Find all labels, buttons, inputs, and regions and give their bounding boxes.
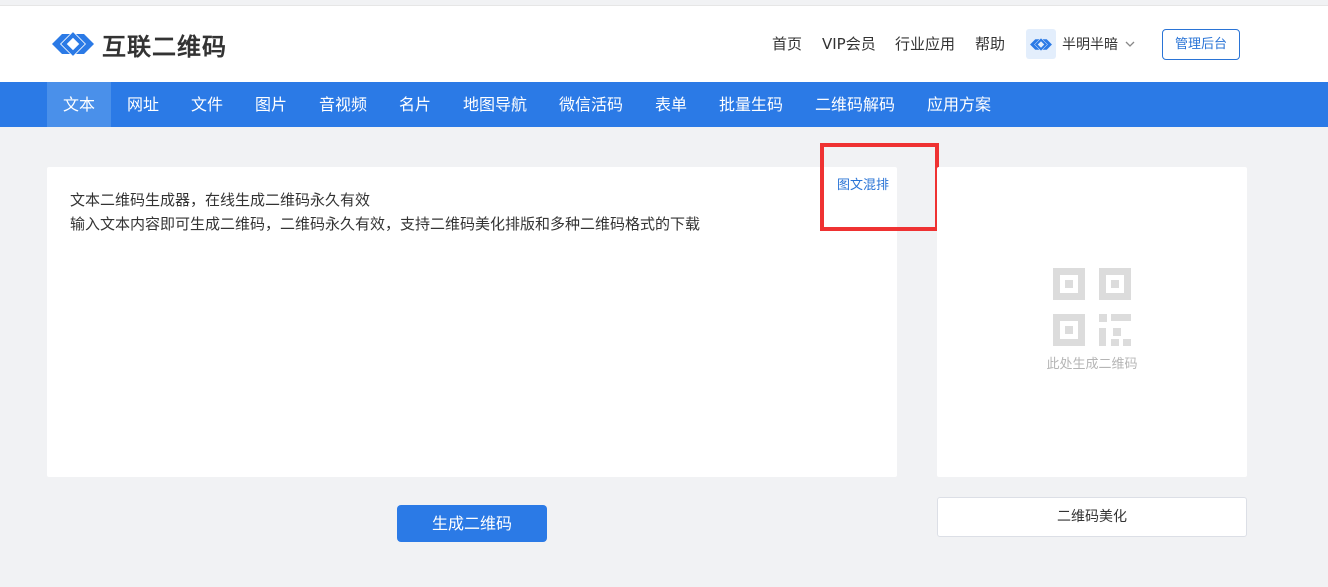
tab-map[interactable]: 地图导航 [447,82,543,127]
nav-vip[interactable]: VIP会员 [822,32,876,56]
generate-qr-button[interactable]: 生成二维码 [397,505,547,542]
tab-file[interactable]: 文件 [175,82,239,127]
tab-batch[interactable]: 批量生码 [703,82,799,127]
tab-text[interactable]: 文本 [47,82,111,127]
tab-image[interactable]: 图片 [239,82,303,127]
nav-help[interactable]: 帮助 [975,32,1005,56]
avatar [1026,29,1056,59]
mix-layout-link[interactable]: 图文混排 [837,174,889,193]
tab-wechat-code[interactable]: 微信活码 [543,82,639,127]
editor-line: 文本二维码生成器，在线生成二维码永久有效 [70,191,371,209]
logo[interactable]: 互联二维码 [50,26,227,62]
main-nav: 文本 网址 文件 图片 音视频 名片 地图导航 微信活码 表单 批量生码 二维码… [0,82,1328,127]
brand-name: 互联二维码 [102,32,227,61]
admin-button[interactable]: 管理后台 [1162,29,1240,60]
chevron-down-icon [1125,41,1135,47]
nav-home[interactable]: 首页 [772,32,802,56]
beautify-qr-button[interactable]: 二维码美化 [937,497,1247,537]
tab-url[interactable]: 网址 [111,82,175,127]
editor-content[interactable]: 文本二维码生成器，在线生成二维码永久有效 输入文本内容即可生成二维码，二维码永久… [70,188,700,236]
tab-audio-video[interactable]: 音视频 [303,82,383,127]
text-editor[interactable]: 文本二维码生成器，在线生成二维码永久有效 输入文本内容即可生成二维码，二维码永久… [47,167,897,477]
nav-industry[interactable]: 行业应用 [895,32,955,56]
tab-card[interactable]: 名片 [383,82,447,127]
qr-code-icon [1053,268,1131,346]
editor-line: 输入文本内容即可生成二维码，二维码永久有效，支持二维码美化排版和多种二维码格式的… [70,215,701,233]
logo-icon [52,32,94,56]
tab-solutions[interactable]: 应用方案 [911,82,1007,127]
user-menu[interactable]: 半明半暗 [1026,28,1136,60]
header: 互联二维码 首页 VIP会员 行业应用 帮助 半明半暗 管理后台 [0,6,1328,82]
tab-form[interactable]: 表单 [639,82,703,127]
tab-decode[interactable]: 二维码解码 [799,82,911,127]
user-name: 半明半暗 [1062,37,1118,53]
qr-placeholder-caption: 此处生成二维码 [1046,357,1138,372]
qr-preview-panel: 此处生成二维码 [937,167,1247,477]
